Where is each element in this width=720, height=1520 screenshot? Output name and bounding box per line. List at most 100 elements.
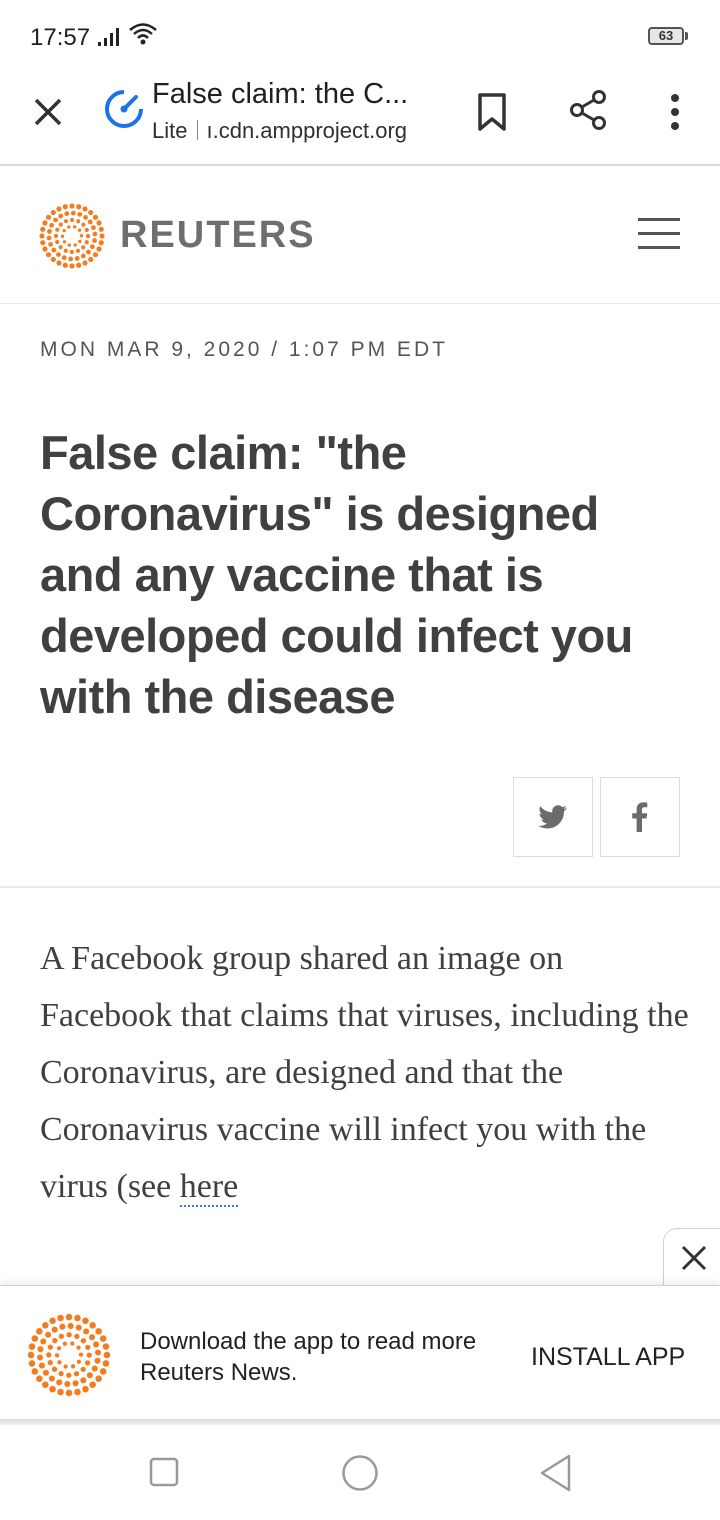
- logo-dot: [45, 214, 52, 220]
- logo-dot: [98, 226, 104, 232]
- banner-close-button[interactable]: [663, 1228, 720, 1286]
- logo-dot: [88, 209, 94, 216]
- logo-dot: [83, 214, 88, 220]
- logo-dot: [51, 247, 57, 253]
- url-line[interactable]: Lite ı.cdn.ampproject.org: [152, 118, 407, 144]
- url-separator: [197, 120, 199, 140]
- lite-mode-icon[interactable]: [103, 88, 145, 130]
- bookmark-icon[interactable]: [475, 92, 509, 132]
- share-icon[interactable]: [568, 88, 608, 132]
- logo-dot: [47, 1344, 54, 1350]
- logo-dot: [98, 240, 104, 246]
- logo-dot: [64, 211, 70, 216]
- facebook-icon: [632, 802, 648, 832]
- logo-dot: [66, 1332, 72, 1338]
- reuters-logo-text[interactable]: REUTERS: [120, 214, 316, 257]
- share-twitter-button[interactable]: [513, 777, 593, 857]
- logo-dot: [58, 1370, 64, 1377]
- close-icon[interactable]: [26, 90, 70, 134]
- logo-dot: [57, 1314, 64, 1322]
- logo-dot: [58, 213, 64, 219]
- more-vert-icon[interactable]: [660, 90, 690, 134]
- logo-dot: [70, 1364, 76, 1369]
- logo-dot: [70, 217, 75, 223]
- logo-dot: [92, 231, 98, 237]
- logo-dot: [47, 229, 52, 234]
- logo-dot: [62, 1341, 68, 1346]
- logo-dot: [53, 233, 59, 238]
- logo-dot: [72, 1380, 79, 1387]
- logo-dot: [40, 226, 46, 232]
- article-body-link[interactable]: here: [179, 1168, 239, 1207]
- banner-message: Download the app to read more Reuters Ne…: [140, 1328, 477, 1386]
- logo-dot: [89, 1381, 96, 1388]
- logo-dot: [62, 204, 68, 210]
- recent-apps-icon[interactable]: [149, 1457, 179, 1487]
- system-nav-bar: [0, 1425, 720, 1520]
- logo-dot: [82, 1385, 89, 1393]
- battery-indicator: 63: [648, 27, 684, 45]
- logo-dot: [37, 1346, 44, 1353]
- logo-dot: [73, 1371, 80, 1377]
- app-install-banner: Download the app to read more Reuters Ne…: [0, 1285, 720, 1421]
- logo-dot: [40, 240, 46, 246]
- logo-dot: [56, 252, 61, 258]
- twitter-icon: [538, 805, 567, 829]
- logo-dot: [61, 255, 67, 261]
- logo-dot: [57, 1360, 62, 1365]
- logo-dot: [51, 1366, 58, 1372]
- browser-toolbar: False claim: the C... Lite ı.cdn.ampproje…: [0, 70, 720, 166]
- install-app-button[interactable]: INSTALL APP: [531, 1343, 685, 1372]
- logo-dot: [42, 1322, 49, 1329]
- logo-dot: [94, 1357, 101, 1364]
- status-bar: 17:57 63: [0, 0, 720, 70]
- reuters-logo-icon: [27, 1313, 111, 1397]
- logo-dot: [51, 1326, 58, 1333]
- logo-dot: [86, 1352, 92, 1358]
- logo-dot: [62, 240, 67, 244]
- logo-dot: [49, 1317, 56, 1325]
- logo-dot: [42, 1369, 50, 1376]
- article-dateline: MON MAR 9, 2020 / 1:07 PM EDT: [40, 338, 448, 361]
- page-title[interactable]: False claim: the C...: [152, 78, 442, 111]
- article-headline: False claim: "the Coronavirus" is design…: [40, 426, 633, 723]
- logo-dot: [89, 1322, 96, 1329]
- logo-dot: [55, 227, 60, 232]
- article-body-text: A Facebook group shared an image on Face…: [40, 940, 689, 1205]
- logo-dot: [76, 262, 82, 268]
- logo-dot: [91, 225, 96, 231]
- logo-dot: [27, 1351, 35, 1359]
- logo-dot: [62, 228, 66, 233]
- logo-dot: [69, 249, 74, 255]
- logo-dot: [28, 1360, 36, 1367]
- logo-dot: [92, 214, 99, 220]
- logo-dot: [74, 256, 80, 261]
- share-facebook-button[interactable]: [600, 777, 680, 857]
- logo-dot: [58, 245, 63, 250]
- logo-dot: [99, 233, 105, 239]
- logo-dot: [36, 1328, 43, 1335]
- lite-label: Lite: [152, 118, 188, 143]
- logo-dot: [91, 1365, 98, 1372]
- logo-dot: [99, 1368, 107, 1375]
- home-icon[interactable]: [341, 1454, 379, 1492]
- logo-dot: [70, 1341, 75, 1346]
- reuters-logo-icon[interactable]: [38, 202, 106, 270]
- logo-dot: [89, 244, 95, 250]
- logo-dot: [65, 1389, 73, 1397]
- back-icon[interactable]: [538, 1453, 574, 1493]
- logo-dot: [96, 220, 102, 226]
- logo-dot: [39, 233, 45, 239]
- logo-dot: [56, 1346, 62, 1351]
- logo-dot: [66, 1372, 72, 1378]
- logo-dot: [46, 235, 52, 241]
- logo-dot: [93, 1341, 100, 1348]
- wifi-icon: [129, 23, 157, 45]
- logo-dot: [95, 1328, 102, 1335]
- logo-dot: [77, 211, 83, 217]
- logo-dot: [78, 1352, 84, 1357]
- logo-dot: [76, 204, 82, 210]
- logo-dot: [63, 248, 68, 253]
- logo-dot: [47, 1359, 53, 1366]
- hamburger-menu-icon[interactable]: [638, 218, 682, 252]
